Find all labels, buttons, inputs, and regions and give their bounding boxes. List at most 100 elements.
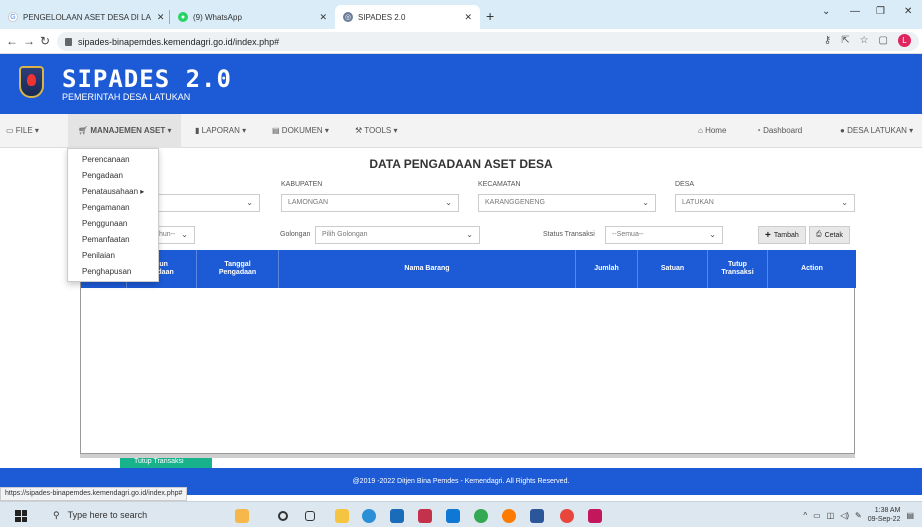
- profile-avatar[interactable]: L: [898, 34, 911, 47]
- printer-icon: ⎙: [816, 231, 822, 238]
- menu-dokumen[interactable]: ▤ DOKUMEN ▾: [272, 126, 329, 135]
- battery-icon[interactable]: ▭: [813, 511, 821, 520]
- home-icon: ⌂: [698, 126, 703, 135]
- browser-tab-sipades[interactable]: ◎ SIPADES 2.0 ✕: [335, 5, 480, 29]
- caret-right-icon: ▸: [140, 187, 145, 196]
- dropdown-item-pengadaan[interactable]: Pengadaan: [68, 169, 158, 185]
- kecamatan-select[interactable]: KARANGGENENG ⌄: [478, 194, 656, 212]
- plus-icon: +: [765, 229, 771, 241]
- chrome-profile-icon[interactable]: [560, 509, 574, 523]
- golongan-select[interactable]: Pilih Golongan ⌄: [315, 226, 480, 244]
- file-explorer-icon[interactable]: [335, 509, 349, 523]
- app-header: SIPADES 2.0 PEMERINTAH DESA LATUKAN: [0, 54, 922, 114]
- word-icon[interactable]: [530, 509, 544, 523]
- store-icon[interactable]: [390, 509, 404, 523]
- copyright-text: @2019 -2022 Ditjen Bina Pemdes - Kemenda…: [352, 478, 570, 485]
- mail-icon[interactable]: [446, 509, 460, 523]
- dropdown-item-penilaian[interactable]: Penilaian: [68, 249, 158, 265]
- chevron-down-icon: ⌄: [841, 198, 848, 207]
- system-tray: ^ ▭ ◫ ◁) ✎ 1:38 AM 09-Sep-22 ▤: [803, 506, 914, 524]
- dashboard-icon: ◔: [756, 126, 761, 135]
- dropdown-item-pengamanan[interactable]: Pengamanan: [68, 201, 158, 217]
- clock[interactable]: 1:38 AM 09-Sep-22: [868, 506, 901, 524]
- share-icon[interactable]: ⇱: [841, 35, 849, 46]
- close-tab-icon[interactable]: ✕: [458, 12, 472, 23]
- pen-icon[interactable]: ✎: [855, 511, 862, 520]
- minimize-icon[interactable]: —: [850, 6, 860, 17]
- tutup-transaksi-button[interactable]: Tutup Transaksi: [120, 458, 212, 468]
- forward-arrow-icon[interactable]: →: [23, 34, 35, 48]
- col-tanggal-pengadaan[interactable]: Tanggal Pengadaan: [196, 250, 278, 288]
- dropdown-item-penatausahaan[interactable]: Penatausahaan ▸: [68, 185, 158, 201]
- document-icon: ▮: [195, 126, 200, 135]
- windows-start-icon[interactable]: [15, 510, 27, 522]
- tab-title: SIPADES 2.0: [358, 12, 406, 22]
- main-menu-bar: ▭ FILE ▾ 🛒︎ MANAJEMEN ASET ▾ ▮ LAPORAN ▾…: [0, 114, 922, 148]
- weather-icon[interactable]: [235, 509, 249, 523]
- tambah-button[interactable]: + Tambah: [758, 226, 806, 244]
- wrench-icon: ⚒: [355, 126, 363, 135]
- restore-icon[interactable]: ❐: [876, 6, 885, 17]
- menu-manajemen-aset[interactable]: 🛒︎ MANAJEMEN ASET ▾: [68, 114, 182, 148]
- file-icon: ▭: [6, 126, 14, 135]
- new-tab-icon[interactable]: +: [486, 8, 494, 24]
- user-icon: ●: [840, 126, 845, 135]
- chevron-down-icon: ⌄: [246, 198, 253, 207]
- chevron-down-icon: ⌄: [642, 198, 649, 207]
- chevron-down-icon: ⌄: [709, 230, 716, 239]
- cortana-icon[interactable]: [278, 511, 288, 521]
- menu-dashboard[interactable]: ◔ Dashboard: [756, 126, 802, 135]
- close-window-icon[interactable]: ✕: [904, 6, 912, 17]
- notification-icon[interactable]: ▤: [906, 511, 914, 520]
- kabupaten-label: KABUPATEN: [281, 181, 323, 188]
- gift-app-icon[interactable]: [418, 509, 432, 523]
- windows-taskbar: ⚲ Type here to search ^ ▭ ◫ ◁) ✎ 1:38 AM…: [0, 501, 922, 527]
- chrome-icon[interactable]: [474, 509, 488, 523]
- status-transaksi-select[interactable]: --Semua-- ⌄: [605, 226, 723, 244]
- back-arrow-icon[interactable]: ←: [6, 34, 18, 48]
- chevron-down-icon: ⌄: [181, 230, 188, 239]
- task-view-icon[interactable]: [305, 511, 315, 521]
- close-tab-icon[interactable]: ✕: [151, 12, 165, 23]
- taskbar-search[interactable]: ⚲ Type here to search: [43, 502, 213, 527]
- edge-icon[interactable]: [362, 509, 376, 523]
- google-icon: G: [8, 12, 18, 22]
- col-nama-barang[interactable]: Nama Barang: [278, 250, 575, 288]
- desa-select[interactable]: LATUKAN ⌄: [675, 194, 855, 212]
- firefox-icon[interactable]: [502, 509, 516, 523]
- menu-home[interactable]: ⌂ Home: [698, 126, 726, 135]
- bookmark-star-icon[interactable]: ☆: [860, 35, 869, 46]
- close-tab-icon[interactable]: ✕: [313, 12, 327, 23]
- search-icon: ⚲: [53, 509, 60, 520]
- url-bar[interactable]: sipades-binapemdes.kemendagri.go.id/inde…: [57, 32, 919, 51]
- browser-tab-whatsapp[interactable]: ● (9) WhatsApp ✕: [170, 5, 335, 29]
- chevron-up-icon[interactable]: ^: [803, 511, 807, 520]
- sidepanel-icon[interactable]: ▢: [879, 35, 888, 46]
- app-icon[interactable]: [588, 509, 602, 523]
- col-satuan[interactable]: Satuan: [637, 250, 707, 288]
- volume-icon[interactable]: ◁): [840, 511, 849, 520]
- dropdown-item-perencanaan[interactable]: Perencanaan: [68, 153, 158, 169]
- desa-label: DESA: [675, 181, 695, 188]
- browser-tab-strip: G PENGELOLAAN ASET DESA DI LA ✕ ● (9) Wh…: [0, 0, 922, 29]
- menu-user[interactable]: ● DESA LATUKAN ▾: [840, 126, 913, 135]
- reload-icon[interactable]: ↻: [40, 34, 50, 48]
- browser-tab-pengelolaan[interactable]: G PENGELOLAAN ASET DESA DI LA ✕: [0, 5, 170, 29]
- menu-laporan[interactable]: ▮ LAPORAN ▾: [195, 126, 246, 135]
- col-tutup-transaksi[interactable]: Tutup Transaksi: [707, 250, 767, 288]
- key-icon[interactable]: ⚷: [824, 35, 831, 46]
- chevron-down-icon: ⌄: [466, 230, 473, 239]
- dropdown-item-penghapusan[interactable]: Penghapusan: [68, 265, 158, 281]
- menu-file[interactable]: ▭ FILE ▾: [6, 126, 39, 135]
- chevron-down-icon[interactable]: ⌄: [822, 6, 830, 17]
- network-icon[interactable]: ◫: [827, 511, 835, 520]
- kemendagri-logo: [19, 66, 44, 98]
- table-header: hun gadaan Tanggal Pengadaan Nama Barang J…: [81, 250, 856, 288]
- kabupaten-select[interactable]: LAMONGAN ⌄: [281, 194, 459, 212]
- dropdown-item-pemanfaatan[interactable]: Pemanfaatan: [68, 233, 158, 249]
- cetak-button[interactable]: ⎙ Cetak: [809, 226, 850, 244]
- col-action[interactable]: Action: [767, 250, 856, 288]
- menu-tools[interactable]: ⚒ TOOLS ▾: [355, 126, 397, 135]
- dropdown-item-penggunaan[interactable]: Penggunaan: [68, 217, 158, 233]
- col-jumlah[interactable]: Jumlah: [575, 250, 637, 288]
